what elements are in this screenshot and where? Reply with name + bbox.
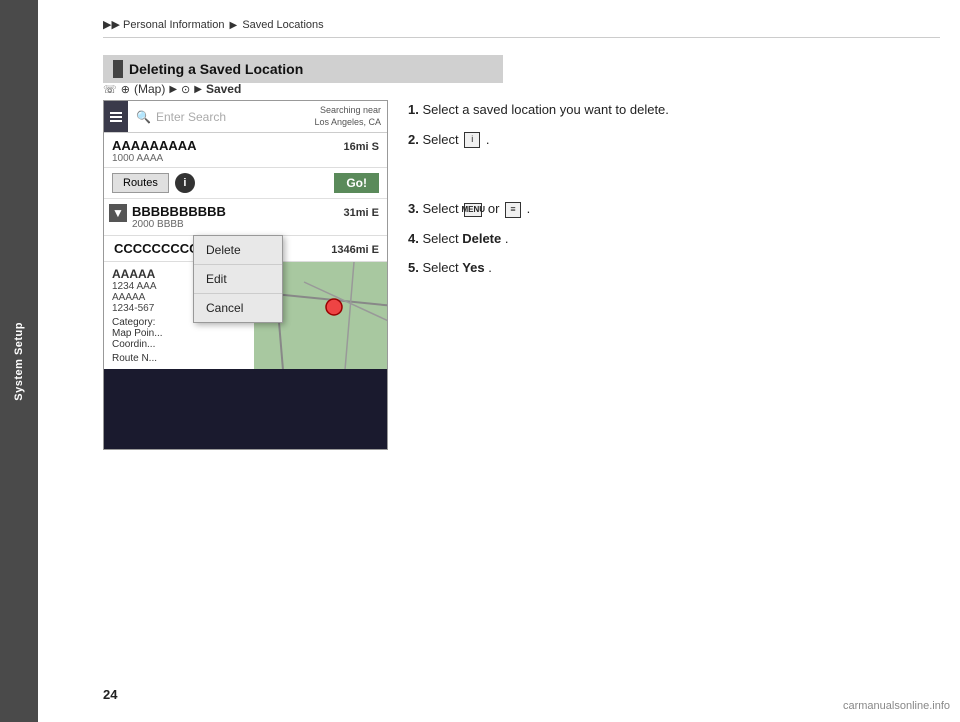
nav-item-b[interactable]: BBBBBBBBBB 2000 BBBB 31mi E <box>104 199 387 236</box>
step2-pre: Select <box>422 132 462 147</box>
detail-map-point: Map Poin... <box>112 328 246 339</box>
page-number: 24 <box>103 687 117 702</box>
nav-arrow-2: ▶ <box>194 84 202 95</box>
go-button[interactable]: Go! <box>334 173 379 193</box>
step4-num: 4. <box>408 231 419 246</box>
context-delete[interactable]: Delete <box>194 236 282 265</box>
action-row: Routes i Go! <box>104 168 387 199</box>
nav-item-a-dist: 16mi S <box>344 141 380 153</box>
step3-pre: Select <box>422 201 462 216</box>
step5-pre: Select <box>422 260 462 275</box>
nav-item-a-name: AAAAAAAAA <box>112 138 379 153</box>
map-icon: ⊕ <box>121 83 130 96</box>
step3-icon2: ≡ <box>505 202 521 218</box>
step2-num: 2. <box>408 132 419 147</box>
breadcrumb-personal: Personal Information <box>123 19 225 31</box>
nav-item-b-dist: 31mi E <box>344 207 380 219</box>
nav-arrow-1: ▶ <box>169 84 177 95</box>
step2-i-icon: i <box>464 132 480 148</box>
step-2: 2. Select i . <box>408 130 738 150</box>
search-input-mock[interactable]: Enter Search <box>156 110 301 124</box>
phone-icon: ☏ <box>103 83 117 96</box>
nav-item-b-name: BBBBBBBBBB <box>132 204 379 219</box>
nav-item-a-sub: 1000 AAAA <box>112 153 379 164</box>
watermark: carmanualsonline.info <box>843 700 950 712</box>
detail-coords: Coordin... <box>112 339 246 350</box>
search-area: 🔍 Enter Search <box>128 101 308 132</box>
context-menu: Delete Edit Cancel <box>193 235 283 323</box>
nav-item-c-dist: 1346mi E <box>331 244 379 256</box>
step5-bold: Yes <box>462 260 484 275</box>
step3-post: . <box>527 201 531 216</box>
instructions: 1. Select a saved location you want to d… <box>408 100 738 288</box>
nav-path: ☏ ⊕ (Map) ▶ ⊙ ▶ Saved <box>103 82 241 96</box>
context-edit[interactable]: Edit <box>194 265 282 294</box>
step5-num: 5. <box>408 260 419 275</box>
sidebar: System Setup <box>0 0 38 722</box>
section-indicator <box>113 60 123 78</box>
routes-button[interactable]: Routes <box>112 173 169 193</box>
saved-label: Saved <box>206 82 241 96</box>
menu-bar-line-1 <box>110 112 122 114</box>
step-3: 3. Select MENU or ≡ . <box>408 199 738 219</box>
step1-num: 1. <box>408 102 419 117</box>
detail-route: Route N... <box>112 353 246 364</box>
dist-a-val: 16 <box>344 141 356 153</box>
main-content: ▶▶ Personal Information ▶ Saved Location… <box>38 0 960 722</box>
info-button[interactable]: i <box>175 173 195 193</box>
spacer1 <box>408 159 738 199</box>
step2-post: . <box>486 132 490 147</box>
breadcrumb: ▶▶ Personal Information ▶ Saved Location… <box>103 18 940 38</box>
context-cancel[interactable]: Cancel <box>194 294 282 322</box>
step-4: 4. Select Delete . <box>408 229 738 249</box>
map-label: (Map) <box>134 82 165 96</box>
search-icon: 🔍 <box>136 110 151 124</box>
section-header: Deleting a Saved Location <box>103 55 503 83</box>
search-row: 🔍 Enter Search Searching nearLos Angeles… <box>104 101 387 133</box>
step4-bold: Delete <box>462 231 501 246</box>
nav-item-b-sub: 2000 BBBB <box>132 219 379 230</box>
menu-bar-line-3 <box>110 120 122 122</box>
breadcrumb-sep1: ▶ <box>230 20 238 31</box>
section-title: Deleting a Saved Location <box>129 61 303 77</box>
dist-a-unit: mi <box>356 141 372 153</box>
step4-pre: Select <box>422 231 462 246</box>
dist-a-letter: S <box>372 141 379 153</box>
step-5: 5. Select Yes . <box>408 258 738 278</box>
nav-item-a[interactable]: AAAAAAAAA 1000 AAAA 16mi S <box>104 133 387 168</box>
step4-post: . <box>505 231 509 246</box>
step3-or: or <box>488 201 503 216</box>
sidebar-label: System Setup <box>13 322 25 401</box>
menu-bar-line-2 <box>110 116 122 118</box>
step3-menu-icon: MENU <box>464 203 482 217</box>
breadcrumb-arrows: ▶▶ <box>103 19 120 31</box>
breadcrumb-saved-locations: Saved Locations <box>242 19 323 31</box>
menu-bars-btn[interactable] <box>104 101 128 132</box>
step-1: 1. Select a saved location you want to d… <box>408 100 738 120</box>
step3-num: 3. <box>408 201 419 216</box>
step5-post: . <box>488 260 492 275</box>
home-icon: ⊙ <box>181 83 190 96</box>
searching-near: Searching nearLos Angeles, CA <box>308 101 387 132</box>
scroll-down-arrow[interactable]: ▼ <box>109 204 127 222</box>
step1-text: Select a saved location you want to dele… <box>422 102 668 117</box>
